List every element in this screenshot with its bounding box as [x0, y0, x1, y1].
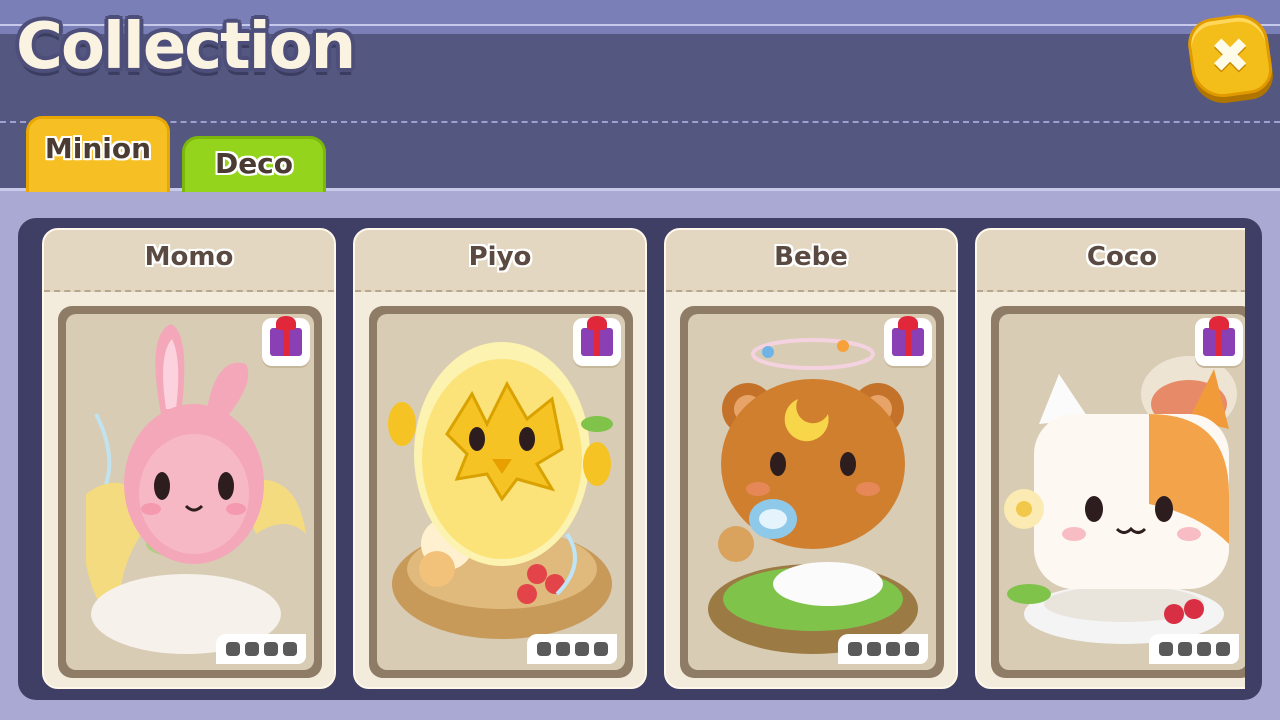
yellow-chick-illustration	[388, 342, 613, 639]
progress-slot	[1196, 642, 1211, 656]
gift-icon[interactable]	[573, 316, 621, 366]
card-frame	[369, 306, 633, 678]
progress-slot	[1158, 642, 1173, 656]
progress-slots	[216, 634, 306, 664]
header-stitch-line	[0, 121, 1280, 123]
progress-slots	[838, 634, 928, 664]
progress-slots	[1149, 634, 1239, 664]
card-art-area	[999, 314, 1245, 670]
card-coco[interactable]: Coco	[975, 228, 1245, 689]
progress-slot	[244, 642, 259, 656]
card-name: Bebe	[774, 242, 848, 272]
progress-slot	[1215, 642, 1230, 656]
progress-slot	[555, 642, 570, 656]
card-art-area	[66, 314, 314, 670]
tab-deco[interactable]: Deco	[182, 136, 326, 192]
progress-slots	[527, 634, 617, 664]
card-name: Coco	[1086, 242, 1158, 272]
card-list[interactable]: Momo Piyo Bebe Coco	[42, 228, 1245, 690]
progress-slot	[885, 642, 900, 656]
card-name: Momo	[144, 242, 234, 272]
gift-icon[interactable]	[884, 316, 932, 366]
progress-slot	[282, 642, 297, 656]
card-name: Piyo	[468, 242, 532, 272]
card-art-area	[377, 314, 625, 670]
progress-slot	[225, 642, 240, 656]
pink-bunny-illustration	[86, 324, 306, 654]
progress-slot	[263, 642, 278, 656]
calico-cat-teacup-illustration	[1004, 356, 1237, 644]
card-art-area	[688, 314, 936, 670]
tab-minion[interactable]: Minion	[26, 116, 170, 192]
progress-slot	[574, 642, 589, 656]
progress-slot	[866, 642, 881, 656]
card-frame	[680, 306, 944, 678]
close-icon: ✖	[1209, 28, 1251, 84]
card-frame	[58, 306, 322, 678]
card-piyo[interactable]: Piyo	[353, 228, 647, 689]
gift-icon[interactable]	[262, 316, 310, 366]
card-bebe[interactable]: Bebe	[664, 228, 958, 689]
progress-slot	[1177, 642, 1192, 656]
gift-icon[interactable]	[1195, 316, 1243, 366]
progress-slot	[536, 642, 551, 656]
brown-bear-illustration	[708, 338, 918, 654]
card-frame	[991, 306, 1245, 678]
page-title: Collection	[16, 10, 356, 84]
card-momo[interactable]: Momo	[42, 228, 336, 689]
progress-slot	[593, 642, 608, 656]
progress-slot	[904, 642, 919, 656]
progress-slot	[847, 642, 862, 656]
